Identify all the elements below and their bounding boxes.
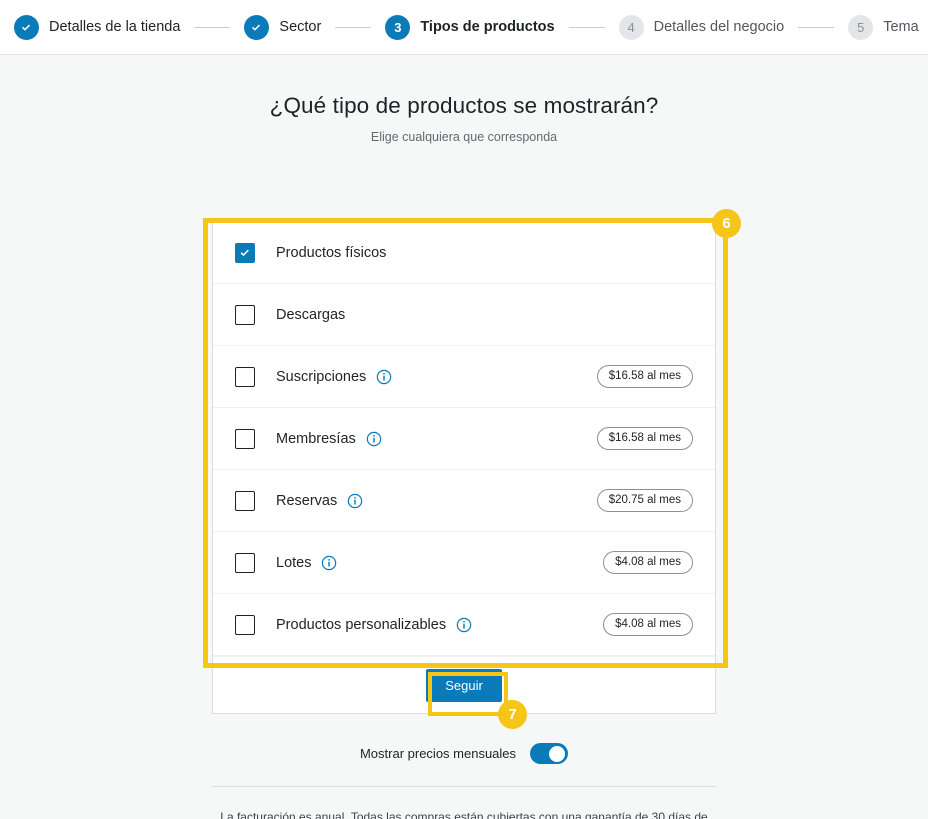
page-title: ¿Qué tipo de productos se mostrarán? bbox=[269, 93, 659, 118]
step-number-badge: 4 bbox=[618, 14, 644, 40]
product-type-row-bundles[interactable]: Lotes $4.08 al mes bbox=[213, 532, 715, 594]
product-type-row-customizable[interactable]: Productos personalizables $4.08 al mes bbox=[213, 594, 715, 656]
price-badge: $16.58 al mes bbox=[596, 427, 693, 450]
product-type-card: Productos físicos Descargas Suscripcione… bbox=[212, 221, 716, 714]
product-type-row-bookings[interactable]: Reservas $20.75 al mes bbox=[213, 470, 715, 532]
price-badge: $4.08 al mes bbox=[603, 551, 693, 574]
checkbox-subscriptions[interactable] bbox=[235, 366, 255, 387]
product-type-row-physical[interactable]: Productos físicos bbox=[213, 222, 715, 284]
product-type-label: Reservas bbox=[276, 492, 338, 509]
monthly-price-toggle-row: Mostrar precios mensuales bbox=[0, 743, 928, 764]
step-label-store-details: Detalles de la tienda bbox=[49, 19, 181, 35]
step-number-badge: 3 bbox=[385, 14, 411, 40]
step-connector bbox=[568, 26, 605, 28]
annotation-marker-6: 6 bbox=[712, 209, 741, 238]
checkbox-bookings[interactable] bbox=[235, 490, 255, 511]
price-badge: $4.08 al mes bbox=[603, 613, 693, 636]
product-type-label: Productos físicos bbox=[276, 244, 387, 261]
product-type-label: Membresías bbox=[276, 430, 356, 447]
step-label-theme: Tema bbox=[883, 19, 919, 35]
continue-button[interactable]: Seguir bbox=[426, 668, 502, 702]
page-headings: ¿Qué tipo de productos se mostrarán? Eli… bbox=[0, 55, 928, 144]
product-type-row-downloads[interactable]: Descargas bbox=[213, 284, 715, 346]
product-type-row-subscriptions[interactable]: Suscripciones $16.58 al mes bbox=[213, 346, 715, 408]
product-type-label: Lotes bbox=[276, 554, 312, 571]
onboarding-page: ¿Qué tipo de productos se mostrarán? Eli… bbox=[0, 55, 928, 819]
product-type-label: Descargas bbox=[276, 306, 346, 323]
step-theme[interactable]: 5 Tema bbox=[848, 14, 919, 40]
step-connector bbox=[335, 26, 372, 28]
checkbox-downloads[interactable] bbox=[235, 304, 255, 325]
price-badge: $16.58 al mes bbox=[596, 365, 693, 388]
onboarding-stepper: Detalles de la tienda Sector 3 Tipos de … bbox=[0, 0, 928, 55]
monthly-price-toggle-label: Mostrar precios mensuales bbox=[359, 746, 517, 761]
check-icon bbox=[14, 14, 39, 40]
step-industry[interactable]: Sector bbox=[244, 14, 322, 40]
annotation-marker-7: 7 bbox=[498, 700, 527, 729]
price-badge: $20.75 al mes bbox=[596, 489, 693, 512]
info-icon[interactable] bbox=[347, 493, 363, 509]
info-icon[interactable] bbox=[376, 369, 392, 385]
checkbox-customizable-products[interactable] bbox=[235, 614, 255, 635]
product-type-label: Productos personalizables bbox=[276, 616, 447, 633]
info-icon[interactable] bbox=[321, 555, 337, 571]
product-type-label: Suscripciones bbox=[276, 368, 367, 385]
checkbox-bundles[interactable] bbox=[235, 552, 255, 573]
check-icon bbox=[244, 14, 270, 40]
card-footer: Seguir bbox=[213, 656, 715, 713]
checkbox-memberships[interactable] bbox=[235, 428, 255, 449]
step-connector bbox=[798, 26, 835, 28]
step-label-business-details: Detalles del negocio bbox=[653, 19, 785, 35]
info-icon[interactable] bbox=[456, 617, 472, 633]
step-label-product-types: Tipos de productos bbox=[420, 19, 555, 35]
checkbox-physical-products[interactable] bbox=[235, 242, 255, 263]
info-icon[interactable] bbox=[366, 431, 382, 447]
step-store-details[interactable]: Detalles de la tienda bbox=[14, 14, 181, 40]
step-label-industry: Sector bbox=[279, 19, 322, 35]
step-connector bbox=[194, 26, 231, 28]
footer-divider bbox=[212, 786, 716, 787]
page-subtitle: Elige cualquiera que corresponda bbox=[370, 130, 558, 144]
billing-footnote: La facturación es anual. Todas las compr… bbox=[220, 810, 708, 819]
toggle-knob bbox=[549, 745, 566, 762]
monthly-price-toggle[interactable] bbox=[530, 743, 569, 764]
step-number-badge: 5 bbox=[848, 14, 874, 40]
step-product-types[interactable]: 3 Tipos de productos bbox=[385, 14, 555, 40]
step-business-details[interactable]: 4 Detalles del negocio bbox=[618, 14, 785, 40]
product-type-row-memberships[interactable]: Membresías $16.58 al mes bbox=[213, 408, 715, 470]
